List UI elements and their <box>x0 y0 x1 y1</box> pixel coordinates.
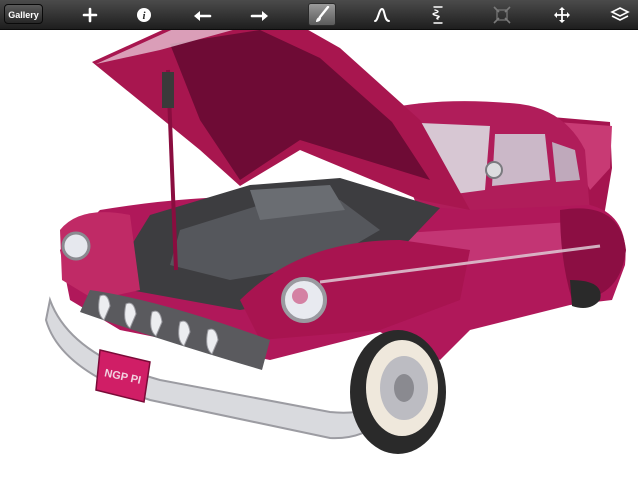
eraser-icon <box>432 5 443 24</box>
plus-icon <box>82 7 98 22</box>
redo-icon <box>250 10 268 21</box>
undo-icon <box>194 10 212 21</box>
smudge-tool[interactable] <box>368 3 396 26</box>
side-mirror <box>485 161 503 179</box>
front-wheel <box>350 330 446 454</box>
move-icon <box>554 6 570 23</box>
side-window <box>492 134 550 186</box>
undo-button[interactable] <box>188 3 216 26</box>
info-icon: i <box>137 7 151 22</box>
drawing-canvas[interactable]: NGP PI <box>0 14 638 473</box>
layers-button[interactable] <box>606 3 634 26</box>
info-button[interactable]: i <box>130 3 158 26</box>
smudge-icon <box>374 7 390 22</box>
redo-button[interactable] <box>246 3 274 26</box>
eraser-tool[interactable] <box>424 3 452 26</box>
brush-tool[interactable] <box>308 3 336 26</box>
brush-icon <box>316 5 330 22</box>
left-headlight <box>61 231 91 261</box>
move-tool[interactable] <box>548 3 576 26</box>
transform-tool[interactable] <box>488 3 516 26</box>
car-painting: NGP PI <box>44 14 626 454</box>
transform-icon <box>493 5 511 24</box>
license-plate: NGP PI <box>95 349 151 403</box>
gallery-button[interactable]: Gallery <box>4 4 43 24</box>
layers-icon <box>610 6 630 21</box>
toolbar: Gallery i <box>0 0 638 30</box>
add-button[interactable] <box>76 3 104 26</box>
